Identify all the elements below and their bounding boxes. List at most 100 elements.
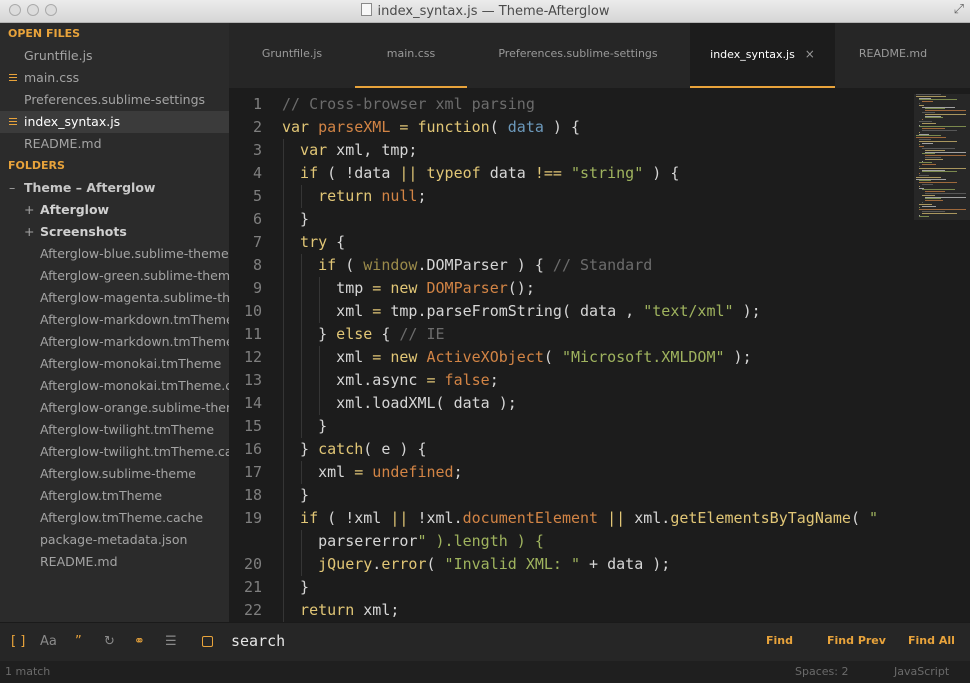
code-line[interactable]: 18} (229, 484, 909, 507)
minimap[interactable] (914, 94, 970, 220)
file-item[interactable]: Afterglow-blue.sublime-theme (0, 243, 229, 265)
highlight-matches-toggle[interactable]: ☰ (165, 633, 177, 651)
indent-guide (319, 392, 321, 415)
close-tab-icon[interactable]: × (805, 47, 815, 61)
folders-header: FOLDERS (8, 159, 65, 172)
code-line[interactable]: 15} (229, 415, 909, 438)
open-file-item[interactable]: Gruntfile.js (0, 45, 229, 67)
file-label: Afterglow.sublime-theme (40, 466, 196, 481)
minimap-line (922, 171, 958, 173)
code-line[interactable]: 3 var xml, tmp; (229, 139, 909, 162)
file-label: Afterglow-markdown.tmTheme (40, 312, 229, 327)
file-item[interactable]: Afterglow-markdown.tmTheme (0, 309, 229, 331)
tab-preferences[interactable]: Preferences.sublime-settings (467, 23, 689, 88)
fullscreen-icon[interactable]: ⤢ (954, 2, 964, 17)
code-text: } catch( e ) { (300, 440, 427, 458)
file-item[interactable]: Afterglow-orange.sublime-theme (0, 397, 229, 419)
code-line[interactable]: 19 if ( !xml || !xml.documentElement || x… (229, 507, 909, 530)
code-line[interactable]: 11} else { // IE (229, 323, 909, 346)
code-line[interactable]: 21} (229, 576, 909, 599)
find-button[interactable]: Find (766, 634, 793, 647)
tab-gruntfile[interactable]: Gruntfile.js (229, 23, 355, 88)
file-item[interactable]: Afterglow-twilight.tmTheme.cache (0, 441, 229, 463)
indent-guide (283, 323, 284, 346)
open-file-item[interactable]: main.css (0, 67, 229, 89)
title-bar: index_syntax.js — Theme-Afterglow ⤢ (0, 0, 970, 23)
indent-guide (283, 300, 284, 323)
code-editor[interactable]: 1 // Cross-browser xml parsing 2 var parseX… (229, 88, 970, 622)
indent-guide (283, 346, 284, 369)
code-line[interactable]: 1 // Cross-browser xml parsing (229, 93, 909, 116)
code-line[interactable]: 20 jQuery.error( "Invalid XML: " + data )… (229, 553, 909, 576)
code-line[interactable]: parsererror" ).length ) { (229, 530, 909, 553)
in-selection-toggle[interactable]: ⚭ (134, 633, 145, 651)
code-line[interactable]: 2 var parseXML = function( data ) { (229, 116, 909, 139)
file-item[interactable]: package-metadata.json (0, 529, 229, 551)
checkbox-icon[interactable] (202, 636, 213, 647)
search-input[interactable]: search (198, 631, 738, 653)
whole-word-toggle[interactable]: ” (75, 633, 82, 651)
code-line[interactable]: 6} (229, 208, 909, 231)
tab-readme[interactable]: README.md (835, 23, 951, 88)
file-label: Afterglow-magenta.sublime-theme (40, 290, 229, 305)
indent-guide (283, 484, 284, 507)
open-file-label: Preferences.sublime-settings (24, 92, 206, 107)
file-item[interactable]: Afterglow.tmTheme.cache (0, 507, 229, 529)
expand-icon[interactable]: + (24, 199, 34, 221)
file-item[interactable]: README.md (0, 551, 229, 573)
file-item[interactable]: Afterglow.tmTheme (0, 485, 229, 507)
wrap-toggle[interactable]: ↻ (104, 633, 115, 651)
code-text: parsererror" ).length ) { (318, 532, 544, 550)
modified-icon (9, 121, 17, 122)
subfolder-item[interactable]: + Afterglow (0, 199, 229, 221)
indentation-status[interactable]: Spaces: 2 (795, 665, 848, 678)
code-line[interactable]: 10 xml = tmp.parseFromString( data , "tex… (229, 300, 909, 323)
code-line[interactable]: 7 try { (229, 231, 909, 254)
file-item[interactable]: Afterglow.sublime-theme (0, 463, 229, 485)
minimap-line (925, 158, 943, 160)
root-folder-item[interactable]: – Theme – Afterglow (0, 177, 229, 199)
code-line[interactable]: 17 xml = undefined; (229, 461, 909, 484)
line-number: 12 (243, 348, 262, 366)
open-file-item[interactable]: README.md (0, 133, 229, 155)
code-text: // Cross-browser xml parsing (282, 95, 535, 113)
syntax-status[interactable]: JavaScript (894, 665, 949, 678)
open-file-item[interactable]: Preferences.sublime-settings (0, 89, 229, 111)
code-line[interactable]: 12 xml = new ActiveXObject( "Microsoft.XM… (229, 346, 909, 369)
subfolder-item[interactable]: + Screenshots (0, 221, 229, 243)
file-item[interactable]: Afterglow-twilight.tmTheme (0, 419, 229, 441)
document-icon (360, 3, 372, 16)
tab-label: main.css (386, 47, 436, 60)
tab-main-css[interactable]: main.css (355, 23, 467, 88)
open-file-item[interactable]: index_syntax.js (0, 111, 229, 133)
code-line[interactable]: 5 return null; (229, 185, 909, 208)
code-text: xml = tmp.parseFromString( data , "text/… (336, 302, 761, 320)
file-item[interactable]: Afterglow-monokai.tmTheme.cache (0, 375, 229, 397)
line-number: 13 (243, 371, 262, 389)
file-item[interactable]: Afterglow-markdown.tmTheme.cache (0, 331, 229, 353)
code-line[interactable]: 8 if ( window.DOMParser ) { // Standard (229, 254, 909, 277)
find-prev-button[interactable]: Find Prev (827, 634, 886, 647)
code-text: } (300, 210, 310, 228)
code-line[interactable]: 22 return xml; (229, 599, 909, 622)
regex-toggle[interactable]: [ ] (11, 633, 25, 651)
file-item[interactable]: Afterglow-monokai.tmTheme (0, 353, 229, 375)
minimap-line (925, 200, 943, 202)
expand-icon[interactable]: + (24, 221, 34, 243)
tab-index-syntax[interactable]: index_syntax.js × (690, 23, 835, 88)
line-number: 7 (252, 233, 262, 251)
code-line[interactable]: 9 tmp = new DOMParser(); (229, 277, 909, 300)
find-all-button[interactable]: Find All (908, 634, 955, 647)
code-line[interactable]: 16} catch( e ) { (229, 438, 909, 461)
code-line[interactable]: 14 xml.loadXML( data ); (229, 392, 909, 415)
collapse-icon[interactable]: – (9, 177, 15, 199)
file-label: Afterglow-monokai.tmTheme.cache (40, 378, 229, 393)
file-label: package-metadata.json (40, 532, 188, 547)
indent-guide (283, 507, 284, 530)
case-sensitive-toggle[interactable]: Aa (40, 633, 57, 651)
file-item[interactable]: Afterglow-magenta.sublime-theme (0, 287, 229, 309)
code-line[interactable]: 4 if ( !data || typeof data !== "string" … (229, 162, 909, 185)
file-label: Afterglow.tmTheme (40, 488, 163, 503)
code-line[interactable]: 13 xml.async = false; (229, 369, 909, 392)
file-item[interactable]: Afterglow-green.sublime-theme (0, 265, 229, 287)
